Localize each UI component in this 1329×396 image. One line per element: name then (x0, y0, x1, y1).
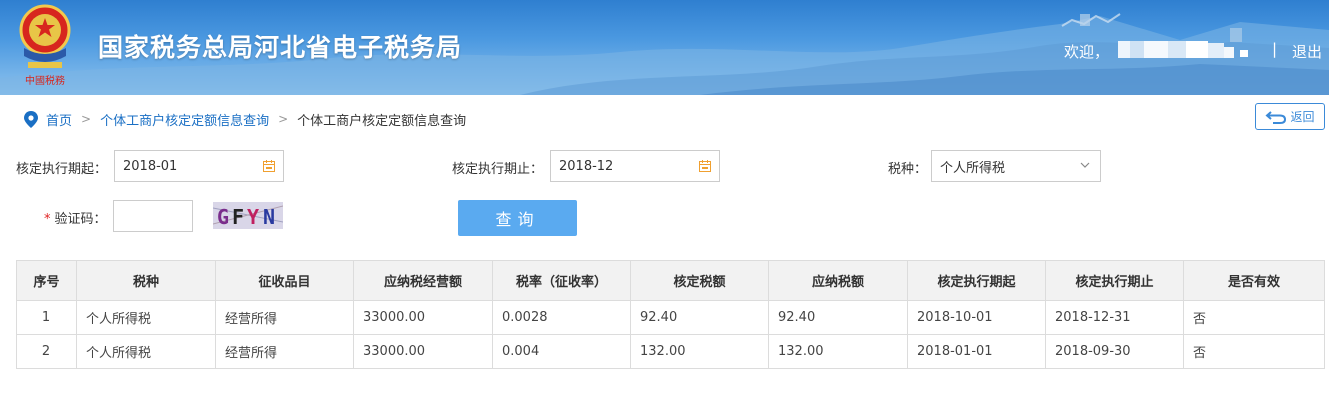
column-header: 应纳税经营额 (353, 260, 493, 301)
table-cell: 0.0028 (492, 300, 631, 335)
column-header: 征收品目 (215, 260, 354, 301)
chevron-down-icon (1080, 162, 1090, 168)
table-cell: 92.40 (630, 300, 769, 335)
breadcrumb-item[interactable]: 个体工商户核定定额信息查询 (100, 110, 269, 129)
svg-text:F: F (232, 205, 244, 229)
breadcrumb-current: 个体工商户核定定额信息查询 (297, 113, 467, 129)
welcome-text: 欢迎， (1064, 43, 1110, 61)
table-cell: 132.00 (768, 334, 908, 369)
svg-text:N: N (263, 205, 275, 229)
calendar-icon (263, 160, 275, 172)
calendar-icon (699, 160, 711, 172)
svg-text:中國税務: 中國税務 (25, 74, 65, 87)
column-header: 是否有效 (1183, 260, 1325, 301)
site-title: 国家税务总局河北省电子税务局 (98, 33, 463, 62)
table-cell: 个人所得税 (76, 334, 216, 369)
start-period-input[interactable]: 2018-01 (114, 150, 284, 182)
table-cell: 1 (16, 300, 77, 335)
table-cell: 0.004 (492, 334, 631, 369)
table-cell: 33000.00 (353, 334, 493, 369)
table-cell: 2018-01-01 (907, 334, 1046, 369)
logout-link[interactable]: 退出 (1292, 41, 1322, 62)
breadcrumb-home[interactable]: 首页 (46, 110, 72, 129)
header-banner: 中國税務 国家税务总局河北省电子税务局 欢迎， | 退出 (0, 0, 1329, 95)
column-header: 核定执行期止 (1045, 260, 1184, 301)
column-header: 税种 (76, 260, 216, 301)
tax-type-select[interactable]: 个人所得税 (931, 150, 1101, 182)
start-period-value: 2018-01 (123, 158, 178, 174)
svg-text:Y: Y (247, 205, 259, 229)
tax-type-label: 税种： (888, 162, 928, 177)
table-row: 2 个人所得税 经营所得 33000.00 0.004 132.00 132.0… (16, 334, 1325, 369)
captcha-input[interactable] (113, 200, 193, 232)
captcha-label-text: 验证码： (54, 212, 107, 227)
back-button[interactable]: 返回 (1255, 103, 1325, 130)
end-period-value: 2018-12 (559, 158, 614, 174)
table-header-row: 序号 税种 征收品目 应纳税经营额 税率（征收率） 核定税额 应纳税额 核定执行… (16, 260, 1325, 301)
table-row: 1 个人所得税 经营所得 33000.00 0.0028 92.40 92.40… (16, 300, 1325, 335)
column-header: 税率（征收率） (492, 260, 631, 301)
back-button-label: 返回 (1290, 110, 1315, 124)
table-cell: 经营所得 (215, 300, 354, 335)
back-arrow-icon (1265, 110, 1287, 124)
required-marker: * (44, 212, 51, 227)
captcha-label: * 验证码： (44, 208, 107, 227)
results-table: 序号 税种 征收品目 应纳税经营额 税率（征收率） 核定税额 应纳税额 核定执行… (16, 260, 1325, 369)
table-cell: 132.00 (630, 334, 769, 369)
table-cell: 个人所得税 (76, 300, 216, 335)
captcha-image[interactable]: G F Y N (213, 202, 283, 229)
table-cell: 否 (1183, 334, 1325, 369)
table-cell: 经营所得 (215, 334, 354, 369)
table-cell: 92.40 (768, 300, 908, 335)
column-header: 核定执行期起 (907, 260, 1046, 301)
column-header: 应纳税额 (768, 260, 908, 301)
tax-emblem-logo: 中國税務 (19, 4, 71, 87)
location-pin-icon (24, 110, 38, 128)
query-button[interactable]: 查询 (458, 200, 577, 236)
end-period-input[interactable]: 2018-12 (550, 150, 720, 182)
table-cell: 2 (16, 334, 77, 369)
table-cell: 2018-12-31 (1045, 300, 1184, 335)
tax-type-value: 个人所得税 (940, 160, 1006, 176)
username-redacted (1118, 41, 1248, 58)
header-separator: | (1272, 40, 1278, 58)
column-header: 序号 (16, 260, 77, 301)
start-period-label: 核定执行期起： (16, 162, 108, 177)
end-period-label: 核定执行期止： (452, 162, 544, 177)
table-cell: 2018-10-01 (907, 300, 1046, 335)
breadcrumb: 首页 > 个体工商户核定定额信息查询 > 个体工商户核定定额信息查询 (24, 109, 466, 129)
breadcrumb-arrow: > (81, 112, 92, 126)
table-cell: 否 (1183, 300, 1325, 335)
column-header: 核定税额 (630, 260, 769, 301)
table-cell: 2018-09-30 (1045, 334, 1184, 369)
table-cell: 33000.00 (353, 300, 493, 335)
breadcrumb-arrow: > (278, 112, 289, 126)
svg-text:G: G (217, 205, 229, 229)
